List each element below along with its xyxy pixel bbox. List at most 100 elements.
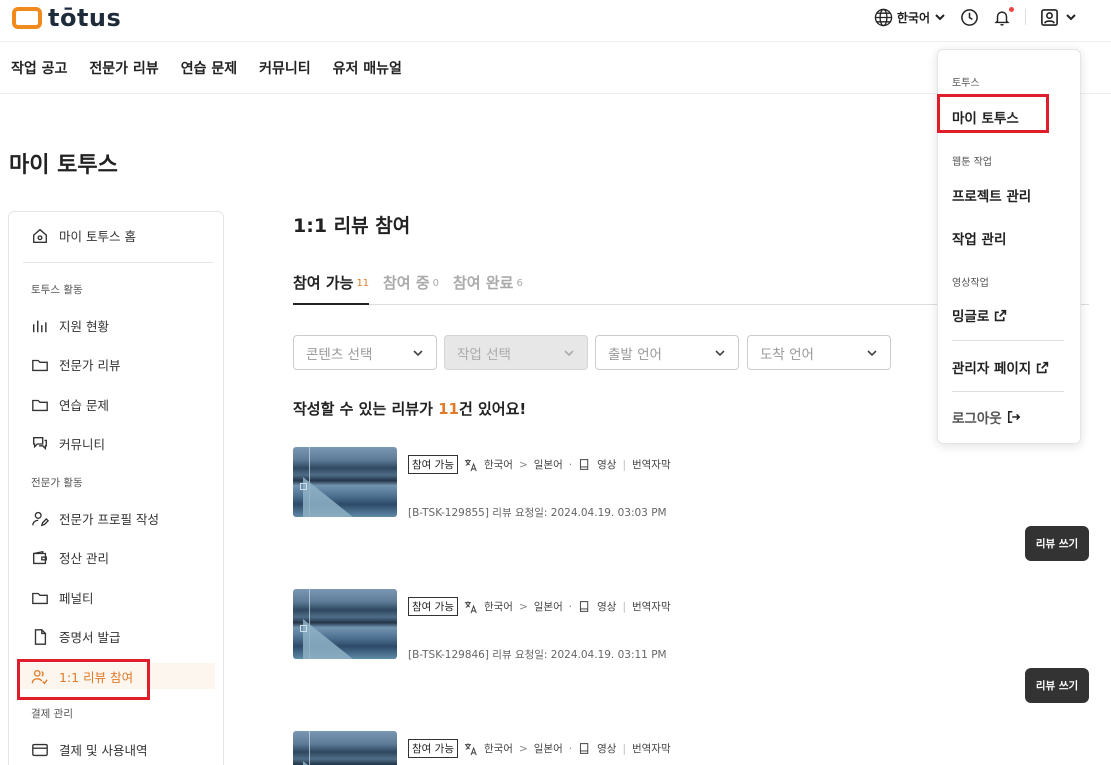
dropdown-section-webtoon: 웹툰 작업 <box>952 157 992 168</box>
notification-button[interactable] <box>993 6 1014 27</box>
nav-practice[interactable]: 연습 문제 <box>181 58 237 78</box>
content-select[interactable]: 콘텐츠 선택 <box>293 335 437 370</box>
target-language: 일본어 <box>533 601 563 613</box>
sidebar-section-expert: 전문가 활동 <box>31 477 83 489</box>
sidebar-item-expert-review[interactable]: 전문가 리뷰 <box>31 355 120 374</box>
video-thumbnail[interactable] <box>293 447 397 517</box>
globe-icon <box>874 8 893 26</box>
task-info: [B-TSK-129846] 리뷰 요청일: 2024.04.19. 03:11… <box>408 649 667 661</box>
target-language: 일본어 <box>533 459 563 471</box>
sidebar-item-expert-profile[interactable]: 전문가 프로필 작성 <box>31 509 159 528</box>
tab-completed[interactable]: 참여 완료 6 <box>453 272 523 305</box>
count-value: 11 <box>438 400 459 418</box>
dropdown-item-project-management[interactable]: 프로젝트 관리 <box>952 185 1031 205</box>
book-icon <box>580 459 589 470</box>
nav-job-posting[interactable]: 작업 공고 <box>11 58 67 78</box>
dropdown-section-totus: 토투스 <box>952 78 980 89</box>
status-badge: 참여 가능 <box>408 597 458 616</box>
tab-available[interactable]: 참여 가능 11 <box>293 272 370 305</box>
sidebar-item-payment-history[interactable]: 결제 및 사용내역 <box>31 740 147 759</box>
sidebar-divider <box>23 262 213 263</box>
sidebar-item-settlement[interactable]: 정산 관리 <box>31 548 109 567</box>
task-select: 작업 선택 <box>444 335 588 370</box>
chevron-down-icon <box>1066 14 1076 21</box>
status-badge: 참여 가능 <box>408 455 458 474</box>
content-type: 영상 <box>597 459 617 471</box>
dropdown-item-task-management[interactable]: 작업 관리 <box>952 228 1006 248</box>
chat-bubbles-icon <box>33 436 47 450</box>
user-menu-button[interactable] <box>1040 8 1077 27</box>
tab-label: 참여 중 <box>383 274 430 292</box>
sidebar-item-certificate[interactable]: 증명서 발급 <box>31 627 120 646</box>
task-info: [B-TSK-129855] 리뷰 요청일: 2024.04.19. 03:03… <box>408 507 667 519</box>
bar-chart-icon <box>32 320 47 332</box>
highlight-box-dropdown <box>937 94 1049 133</box>
nav-user-manual[interactable]: 유저 매뉴얼 <box>333 58 402 78</box>
meta-dot: · <box>568 458 573 471</box>
video-thumbnail[interactable] <box>293 589 397 659</box>
sidebar-item-label: 전문가 프로필 작성 <box>59 512 159 527</box>
totus-logo[interactable]: tōtus <box>12 4 121 32</box>
language-selector[interactable]: 한국어 <box>874 8 946 27</box>
tab-count: 11 <box>356 278 370 289</box>
history-button[interactable] <box>960 8 979 27</box>
card-meta: 참여 가능 한국어 > 일본어 · 영상 | 번역자막 <box>408 597 671 616</box>
highlight-box-sidebar <box>17 659 150 700</box>
user-edit-icon <box>32 511 49 526</box>
sidebar-item-community[interactable]: 커뮤니티 <box>31 434 105 453</box>
review-card: 참여 가능 한국어 > 일본어 · 영상 | 번역자막 <box>293 731 1089 765</box>
dropdown-divider <box>952 391 1064 392</box>
content-type: 영상 <box>597 601 617 613</box>
write-review-button[interactable]: 리뷰 쓰기 <box>1025 668 1089 703</box>
write-review-button[interactable]: 리뷰 쓰기 <box>1025 526 1089 561</box>
content-type: 영상 <box>597 743 617 755</box>
nav-expert-review[interactable]: 전문가 리뷰 <box>89 58 158 78</box>
sidebar-item-label: 정산 관리 <box>59 551 109 566</box>
sidebar-item-label: 연습 문제 <box>59 398 109 413</box>
document-icon <box>34 628 47 645</box>
language-label: 한국어 <box>896 10 930 25</box>
review-card: 참여 가능 한국어 > 일본어 · 영상 | 번역자막 [B-TSK-12984… <box>293 589 1089 709</box>
logout-icon <box>1007 410 1021 424</box>
sidebar-item-label: 지원 현황 <box>59 319 109 334</box>
language-arrow: > <box>518 458 528 471</box>
folder-icon <box>32 399 48 411</box>
sidebar-item-applications[interactable]: 지원 현황 <box>31 316 109 335</box>
tab-in-progress[interactable]: 참여 중 0 <box>383 272 439 305</box>
content-subtype: 번역자막 <box>631 743 671 755</box>
external-link-icon <box>1037 361 1049 373</box>
header-actions: 한국어 <box>874 6 1077 28</box>
sidebar-item-practice[interactable]: 연습 문제 <box>31 395 109 414</box>
dropdown-item-logout[interactable]: 로그아웃 <box>952 407 1021 427</box>
user-icon <box>1041 8 1058 26</box>
tab-count: 6 <box>516 278 523 289</box>
dropdown-divider <box>952 340 1064 341</box>
content-subtype: 번역자막 <box>631 459 671 471</box>
section-title: 1:1 리뷰 참여 <box>293 215 411 237</box>
nav-community[interactable]: 커뮤니티 <box>259 58 311 78</box>
sidebar-section-payment: 결제 관리 <box>31 708 73 720</box>
dropdown-item-label: 로그아웃 <box>952 411 1002 427</box>
target-language: 일본어 <box>533 743 563 755</box>
sidebar-item-home[interactable]: 마이 토투스 홈 <box>31 226 136 245</box>
language-arrow: > <box>518 742 528 755</box>
sidebar-item-label: 증명서 발급 <box>59 630 121 645</box>
credit-card-icon <box>32 743 48 756</box>
sidebar-item-penalty[interactable]: 페널티 <box>31 588 94 607</box>
dropdown-item-minglo[interactable]: 밍글로 <box>952 305 1007 325</box>
folder-icon <box>32 359 48 371</box>
review-card: 참여 가능 한국어 > 일본어 · 영상 | 번역자막 [B-TSK-12985… <box>293 447 1089 567</box>
clock-icon <box>961 8 978 26</box>
target-language-select[interactable]: 도착 언어 <box>747 335 891 370</box>
dropdown-item-admin[interactable]: 관리자 페이지 <box>952 357 1049 377</box>
meta-dot: · <box>568 742 573 755</box>
count-prefix: 작성할 수 있는 리뷰가 <box>293 400 439 418</box>
chevron-down-icon <box>564 349 574 356</box>
video-thumbnail[interactable] <box>293 731 397 765</box>
source-language: 한국어 <box>483 601 513 613</box>
sidebar-item-label: 커뮤니티 <box>59 437 106 452</box>
source-language-select[interactable]: 출발 언어 <box>595 335 739 370</box>
tab-label: 참여 가능 <box>293 274 354 292</box>
source-language: 한국어 <box>483 459 513 471</box>
sidebar-item-label: 마이 토투스 홈 <box>59 229 136 244</box>
